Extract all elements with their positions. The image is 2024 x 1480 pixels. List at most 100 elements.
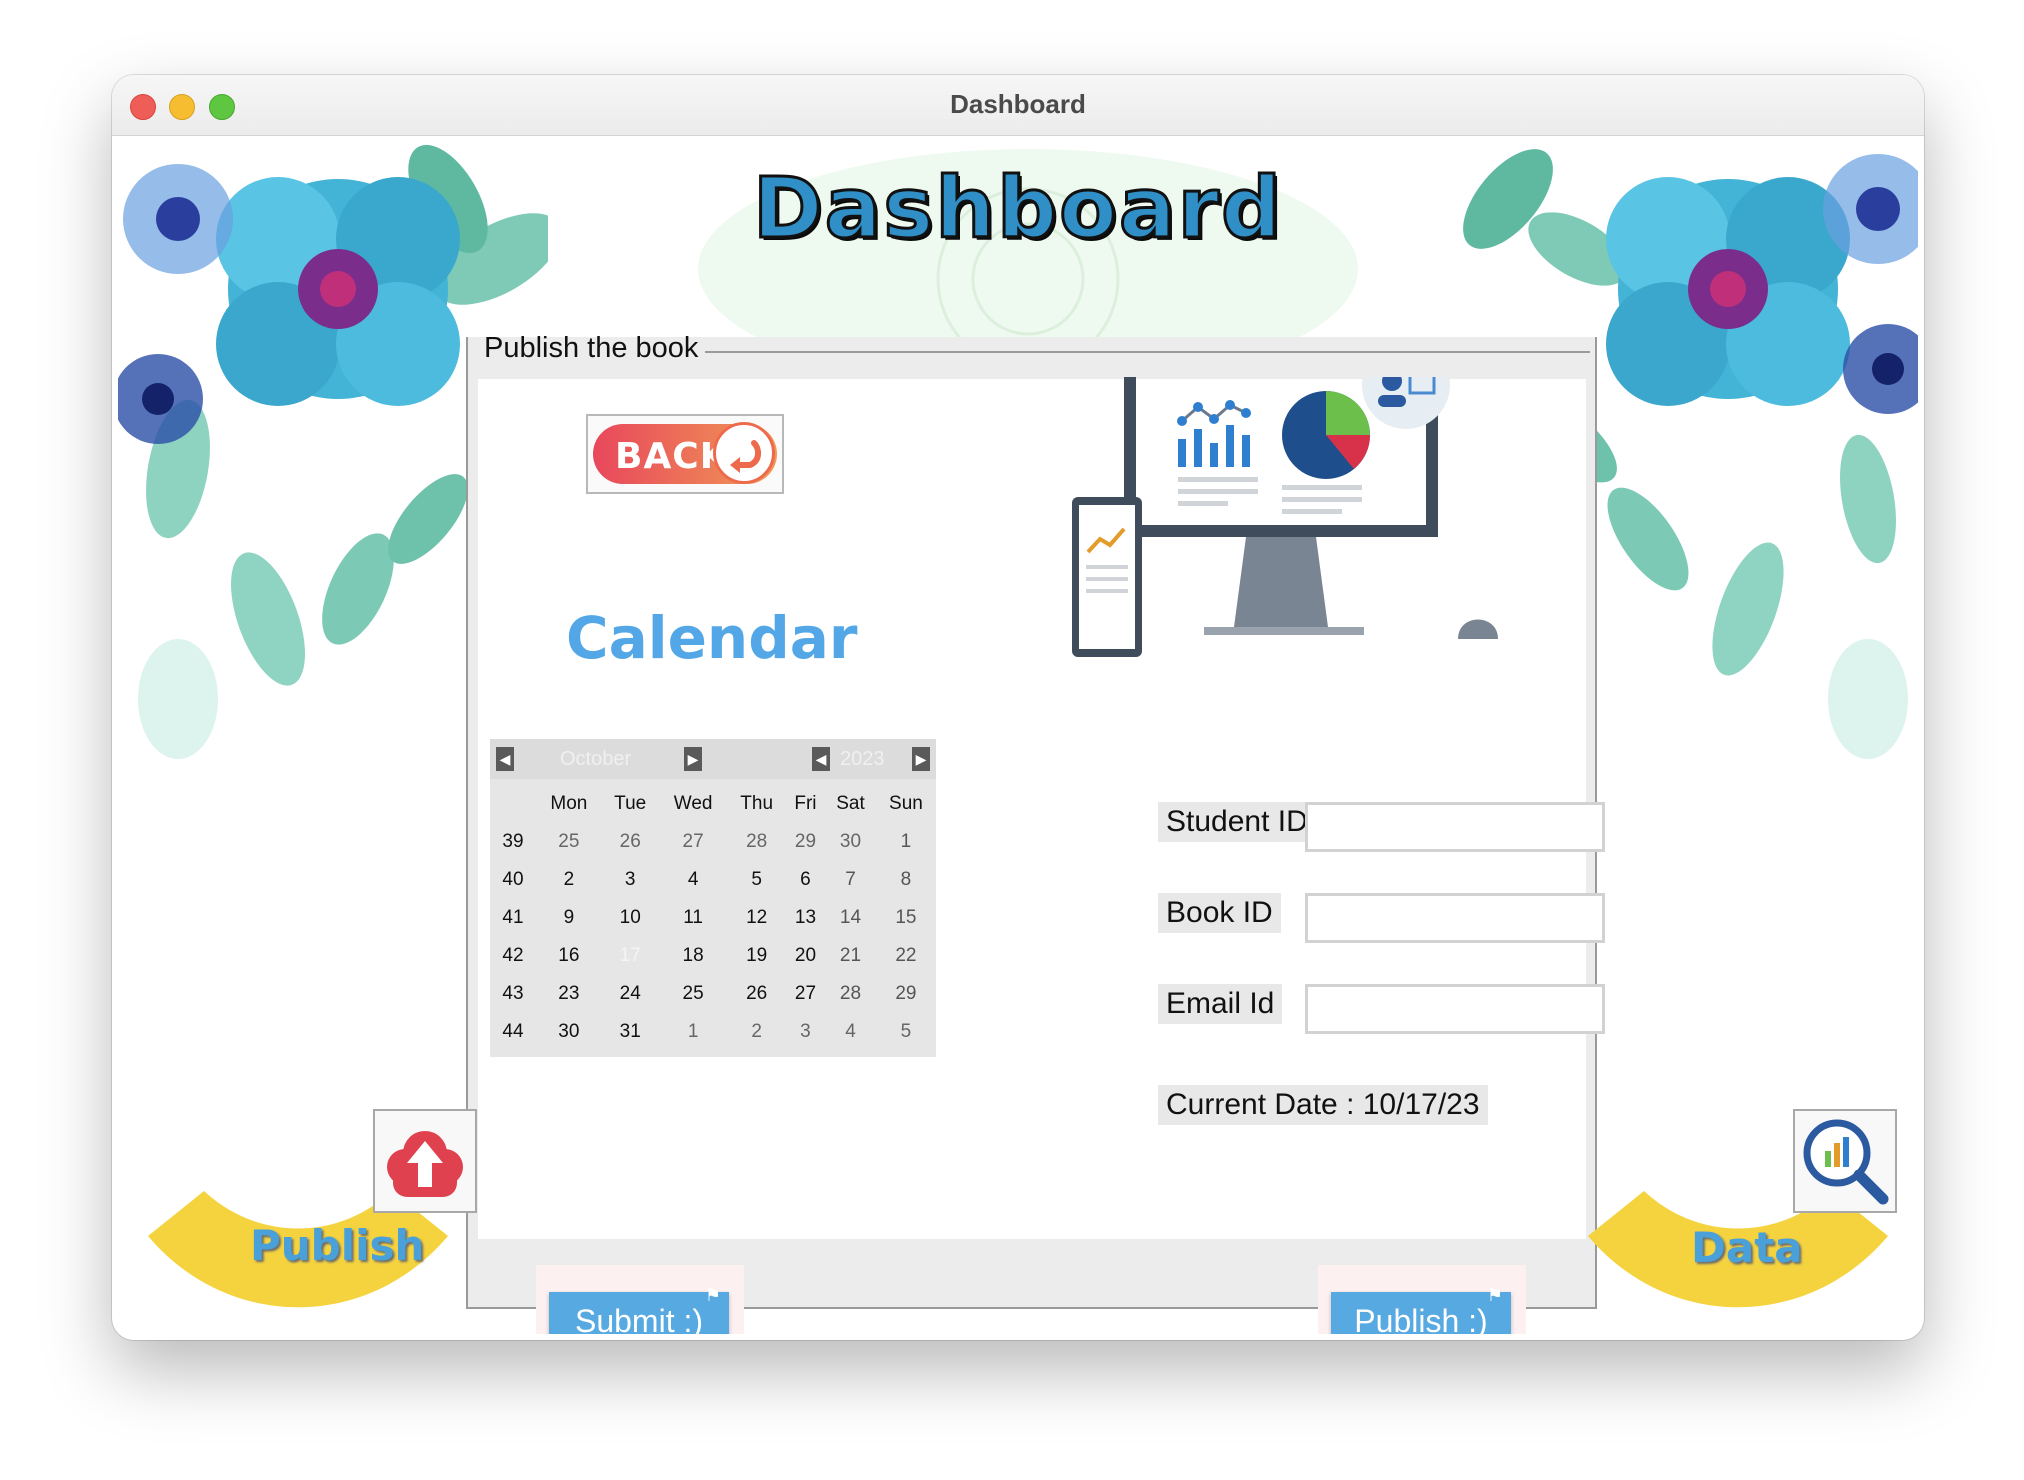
calendar-day[interactable]: 16: [536, 937, 602, 975]
calendar-day[interactable]: 21: [825, 937, 876, 975]
calendar-day[interactable]: 22: [876, 937, 936, 975]
calendar-day[interactable]: 4: [825, 1013, 876, 1051]
calendar-day[interactable]: 29: [876, 975, 936, 1013]
cloud-upload-icon: [387, 1131, 463, 1197]
calendar-day[interactable]: 11: [659, 899, 728, 937]
calendar-day[interactable]: 27: [659, 823, 728, 861]
calendar-day[interactable]: 23: [536, 975, 602, 1013]
student-id-input[interactable]: [1305, 802, 1605, 852]
calendar-day[interactable]: 2: [536, 861, 602, 899]
calendar-week-row: 42 16 17 18 19 20 21 22: [490, 937, 936, 975]
data-nav-label: Data: [1691, 1223, 1803, 1272]
calendar-week-row: 44 30 31 1 2 3 4 5: [490, 1013, 936, 1051]
calendar-day[interactable]: 27: [786, 975, 825, 1013]
calendar-grid: Mon Tue Wed Thu Fri Sat Sun 39 25 26 27: [490, 785, 936, 1051]
calendar-day[interactable]: 7: [825, 861, 876, 899]
bookmark-icon: ⚑: [1486, 1285, 1503, 1305]
pie-chart-icon: [1282, 391, 1370, 514]
group-box-title: Publish the book: [484, 332, 699, 364]
calendar-day[interactable]: 29: [786, 823, 825, 861]
weekday-header: Mon: [550, 793, 588, 814]
calendar-day[interactable]: 28: [728, 823, 786, 861]
calendar-day[interactable]: 26: [728, 975, 786, 1013]
book-id-label: Book ID: [1158, 893, 1281, 933]
calendar-day[interactable]: 3: [602, 861, 659, 899]
calendar-day-selected[interactable]: 17: [602, 937, 659, 975]
calendar-day[interactable]: 25: [659, 975, 728, 1013]
weekday-header: Wed: [673, 793, 713, 814]
calendar-month: October: [560, 748, 632, 770]
week-number: 40: [502, 869, 524, 890]
email-id-label: Email Id: [1158, 984, 1283, 1024]
calendar-day[interactable]: 14: [825, 899, 876, 937]
book-id-input[interactable]: [1305, 893, 1605, 943]
weekday-header-row: Mon Tue Wed Thu Fri Sat Sun: [490, 785, 936, 823]
calendar-day[interactable]: 2: [728, 1013, 786, 1051]
email-id-input[interactable]: [1305, 984, 1605, 1034]
next-month-button[interactable]: ▶: [684, 747, 702, 771]
title-bar: Dashboard: [112, 75, 1924, 136]
calendar-day[interactable]: 25: [536, 823, 602, 861]
calendar-day[interactable]: 1: [876, 823, 936, 861]
calendar-year: 2023: [840, 748, 885, 770]
calendar-day[interactable]: 3: [786, 1013, 825, 1051]
publish-button-label: Publish :): [1354, 1303, 1488, 1334]
publish-button-frame: Publish :) ⚑: [1318, 1265, 1526, 1334]
week-number: 44: [502, 1021, 524, 1042]
weekday-header: Thu: [740, 793, 774, 814]
calendar-week-row: 39 25 26 27 28 29 30 1: [490, 823, 936, 861]
calendar-day[interactable]: 5: [728, 861, 786, 899]
weekday-header: Tue: [614, 793, 647, 814]
back-button[interactable]: BACK: [586, 414, 784, 494]
submit-button-frame: Submit :) ⚑: [536, 1265, 744, 1334]
weekday-header: Sun: [889, 793, 923, 814]
app-window: Dashboard Dashboard Publish the book BAC…: [112, 75, 1924, 1340]
calendar-day[interactable]: 6: [786, 861, 825, 899]
calendar-day[interactable]: 15: [876, 899, 936, 937]
tablet-icon: [1072, 497, 1142, 657]
calendar-day[interactable]: 19: [728, 937, 786, 975]
calendar-widget[interactable]: ◀ October ▶ ◀ 2023 ▶ Mon Tue Wed Thu Fri: [490, 739, 936, 1057]
analytics-monitor-illustration: [1072, 377, 1498, 657]
next-year-button[interactable]: ▶: [912, 747, 930, 771]
calendar-day[interactable]: 10: [602, 899, 659, 937]
data-nav-button[interactable]: [1793, 1109, 1897, 1213]
week-number: 39: [502, 831, 524, 852]
previous-month-button[interactable]: ◀: [496, 747, 514, 771]
week-number: 42: [502, 945, 524, 966]
current-date-label: Current Date : 10/17/23: [1158, 1085, 1488, 1125]
back-button-label: BACK: [615, 436, 729, 477]
week-number-column-header: [490, 785, 536, 823]
week-number: 43: [502, 983, 524, 1004]
calendar-day[interactable]: 12: [728, 899, 786, 937]
publish-button[interactable]: Publish :) ⚑: [1331, 1286, 1511, 1334]
submit-button[interactable]: Submit :) ⚑: [549, 1286, 729, 1334]
calendar-week-row: 41 9 10 11 12 13 14 15: [490, 899, 936, 937]
calendar-day[interactable]: 30: [536, 1013, 602, 1051]
calendar-week-row: 40 2 3 4 5 6 7 8: [490, 861, 936, 899]
calendar-day[interactable]: 13: [786, 899, 825, 937]
publish-nav-button[interactable]: [373, 1109, 477, 1213]
bookmark-icon: ⚑: [704, 1285, 721, 1305]
group-box-top-border: [705, 351, 1590, 353]
calendar-header: ◀ October ▶ ◀ 2023 ▶: [490, 739, 936, 779]
calendar-day[interactable]: 26: [602, 823, 659, 861]
dashboard-banner-title: Dashboard: [751, 158, 1284, 259]
calendar-day[interactable]: 5: [876, 1013, 936, 1051]
calendar-day[interactable]: 18: [659, 937, 728, 975]
weekday-header: Fri: [794, 793, 817, 814]
calendar-day[interactable]: 8: [876, 861, 936, 899]
calendar-day[interactable]: 24: [602, 975, 659, 1013]
student-id-label: Student ID: [1158, 802, 1316, 842]
previous-year-button[interactable]: ◀: [812, 747, 830, 771]
calendar-day[interactable]: 9: [536, 899, 602, 937]
calendar-day[interactable]: 1: [659, 1013, 728, 1051]
calendar-day[interactable]: 31: [602, 1013, 659, 1051]
calendar-day[interactable]: 28: [825, 975, 876, 1013]
publish-nav-label: Publish: [250, 1221, 425, 1270]
calendar-day[interactable]: 4: [659, 861, 728, 899]
calendar-day[interactable]: 30: [825, 823, 876, 861]
calendar-week-row: 43 23 24 25 26 27 28 29: [490, 975, 936, 1013]
calendar-day[interactable]: 20: [786, 937, 825, 975]
weekday-header: Sat: [836, 793, 865, 814]
